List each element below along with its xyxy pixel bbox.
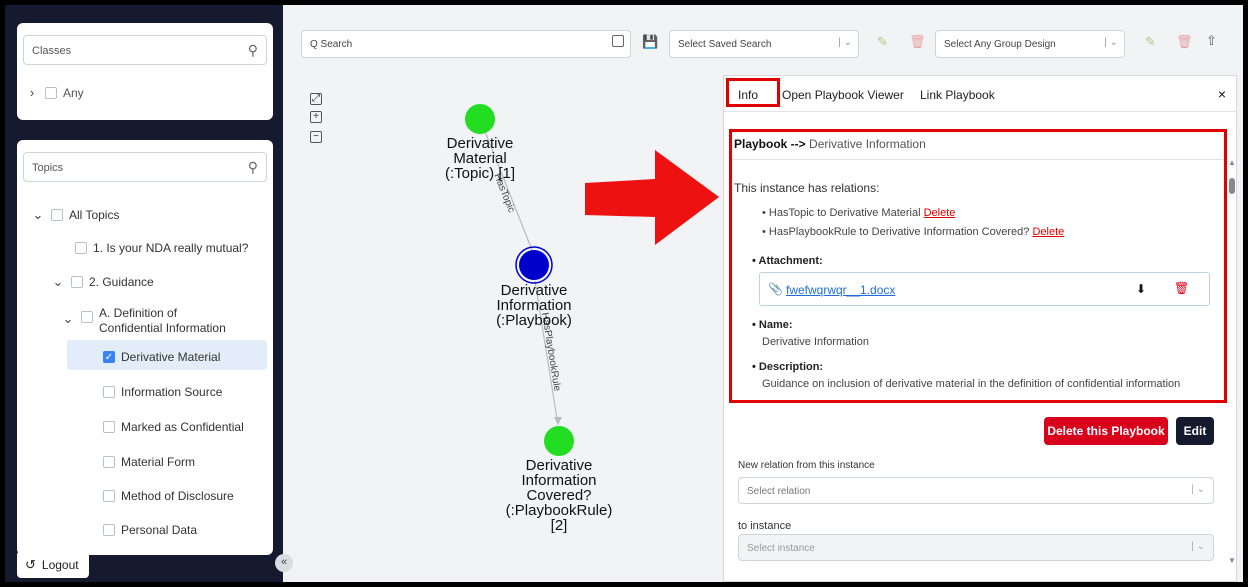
node-label-line: Information xyxy=(496,297,572,314)
close-icon[interactable]: × xyxy=(1218,86,1226,102)
node-playbook[interactable] xyxy=(519,250,549,280)
node-label-part: [1] xyxy=(498,165,516,182)
edit-button[interactable]: Edit xyxy=(1176,417,1214,445)
tab-open-playbook-viewer[interactable]: Open Playbook Viewer xyxy=(782,88,904,102)
info-panel: Info Open Playbook Viewer Link Playbook … xyxy=(723,75,1237,582)
node-label-line: (:Playbook) xyxy=(496,312,572,329)
node-topic[interactable] xyxy=(465,104,495,134)
instance-select-placeholder: Select instance xyxy=(747,543,815,554)
relation-select[interactable]: Select relation | ⌄ xyxy=(738,477,1214,504)
node-label-line: Derivative xyxy=(500,282,568,299)
arrowhead xyxy=(554,417,562,425)
scroll-down-icon[interactable]: ▼ xyxy=(1228,556,1236,565)
tab-divider xyxy=(724,111,1236,112)
delete-playbook-button[interactable]: Delete this Playbook xyxy=(1044,417,1168,445)
node-label-playbook: Derivative Information (:Playbook) xyxy=(459,283,609,328)
node-label-line: Information xyxy=(521,472,597,489)
scrollbar[interactable]: ▲ ▼ xyxy=(1227,158,1236,578)
node-label-line: Covered? xyxy=(526,487,592,504)
node-playbookrule[interactable] xyxy=(544,426,574,456)
scroll-thumb[interactable] xyxy=(1229,178,1235,194)
node-label-topic: Derivative Material (:Topic) [1] xyxy=(405,136,555,181)
chevron-down-icon: | ⌄ xyxy=(1191,484,1205,495)
scroll-up-icon[interactable]: ▲ xyxy=(1228,158,1236,167)
node-label-line: (:PlaybookRule) xyxy=(505,502,613,519)
node-label-line: Material xyxy=(453,150,507,167)
node-label-line: (:Topic) [1] xyxy=(405,166,555,181)
node-label-line: [2] xyxy=(550,517,568,534)
tab-highlight-box xyxy=(726,78,780,107)
node-label-line: Derivative xyxy=(525,457,593,474)
chevron-down-icon: | ⌄ xyxy=(1191,541,1205,552)
content-highlight-box xyxy=(729,129,1227,403)
arrow-shape xyxy=(585,150,719,245)
node-label-playbookrule: Derivative Information Covered? (:Playbo… xyxy=(484,458,634,533)
tab-link-playbook[interactable]: Link Playbook xyxy=(920,88,995,102)
new-relation-label: New relation from this instance xyxy=(738,460,875,471)
annotation-arrow xyxy=(585,150,719,245)
node-label-line: Derivative xyxy=(446,135,514,152)
relation-select-placeholder: Select relation xyxy=(747,486,811,497)
instance-select[interactable]: Select instance | ⌄ xyxy=(738,534,1214,561)
node-label-part: (:Topic) xyxy=(444,165,495,182)
app-frame: Classes ⚲ › Any Topics ⚲ ⌄ All Topics 1.… xyxy=(5,5,1243,582)
to-instance-label: to instance xyxy=(738,520,792,532)
